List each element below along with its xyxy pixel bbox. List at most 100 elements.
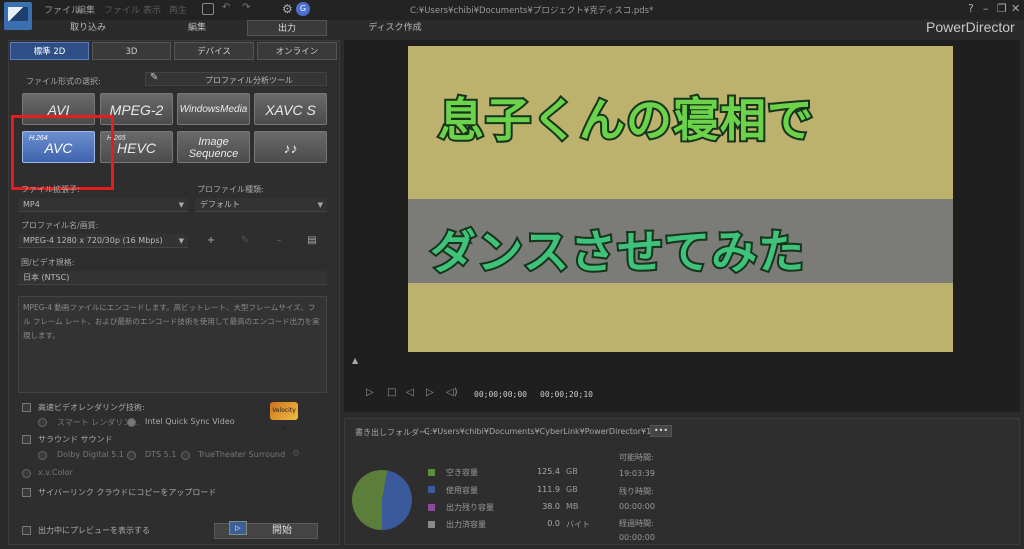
velocity-logo: Velocity 8 — [270, 402, 298, 432]
minimize-icon[interactable]: – — [983, 2, 989, 15]
video-preview: 息子くんの寝相で ダンスさせてみた — [408, 46, 953, 352]
profile-analysis-tool-button[interactable]: プロファイル分析ツール — [205, 75, 293, 86]
start-produce-icon: ▷ — [229, 521, 247, 535]
profile-name-label: プロファイル名/画質: — [21, 221, 99, 230]
restore-icon[interactable]: ❐ — [997, 2, 1007, 15]
truetheater-settings-icon[interactable]: ⚙ — [292, 449, 300, 459]
elapsed-time-label: 経過時間: — [619, 519, 654, 528]
profile-details-icon[interactable]: ▤ — [304, 234, 320, 248]
stop-icon[interactable]: □ — [387, 387, 396, 398]
disk-usage-pie — [352, 470, 412, 530]
tab-edit[interactable]: 編集 — [157, 20, 237, 36]
help-icon[interactable]: ? — [968, 2, 974, 15]
xvcolor-label: x.v.Color — [38, 468, 73, 477]
output-folder-label: 書き出しフォルダー: — [355, 428, 430, 437]
stat-free-label: 空き容量 — [446, 468, 478, 477]
save-icon[interactable] — [202, 3, 214, 15]
next-frame-icon[interactable]: ▷ — [426, 387, 434, 398]
stat-done-value: 0.0 — [547, 519, 560, 528]
redo-icon[interactable]: ↷ — [242, 2, 250, 13]
profile-name-select[interactable]: MPEG-4 1280 x 720/30p (16 Mbps) ▼ — [18, 234, 188, 248]
gear-icon[interactable]: ⚙ — [282, 2, 293, 16]
menu-file[interactable]: ファイル — [44, 3, 80, 16]
video-title-line-2: ダンスさせてみた — [428, 223, 806, 281]
upgrade-badge-icon[interactable]: G — [296, 2, 310, 16]
dts-radio[interactable] — [127, 451, 136, 460]
tab-disc-creation[interactable]: ディスク作成 — [355, 20, 435, 36]
stat-done-unit: バイト — [566, 520, 590, 529]
xvcolor-indicator[interactable] — [22, 469, 31, 478]
menu-view[interactable]: 表示 — [143, 3, 161, 16]
extension-value: MP4 — [23, 200, 40, 209]
stat-used-unit: GB — [566, 485, 578, 494]
tab-device[interactable]: デバイス — [174, 42, 254, 60]
truetheater-radio[interactable] — [181, 451, 190, 460]
legend-remaining-swatch — [428, 504, 435, 511]
fast-render-label: 高速ビデオレンダリング技術: — [38, 403, 145, 412]
tab-capture[interactable]: 取り込み — [48, 20, 128, 36]
brand-name: PowerDirector — [926, 19, 1015, 35]
smart-render-radio[interactable] — [38, 418, 47, 427]
chevron-down-icon: ▼ — [178, 237, 184, 245]
tab-standard-2d[interactable]: 標準 2D — [10, 42, 89, 60]
format-audio-button[interactable]: ♪♪ — [254, 131, 327, 163]
profile-type-select[interactable]: デフォルト ▼ — [195, 198, 327, 212]
profile-type-label: プロファイル種類: — [197, 185, 264, 194]
region-label: 国/ビデオ規格: — [21, 258, 75, 267]
menu-file-2[interactable]: ファイル — [104, 3, 140, 16]
menu-edit[interactable]: 編集 — [77, 3, 95, 16]
available-time-value: 19:03:39 — [619, 469, 655, 478]
format-windowsmedia-button[interactable]: WindowsMedia — [177, 93, 250, 125]
edit-profile-icon[interactable]: ✎ — [237, 234, 253, 248]
add-profile-icon[interactable]: + — [203, 234, 219, 248]
stat-remaining-value: 38.0 — [542, 502, 560, 511]
cyberlink-cloud-checkbox[interactable] — [22, 488, 31, 497]
output-folder-path: C:¥Users¥chibi¥Documents¥CyberLink¥Power… — [424, 427, 652, 436]
profile-analysis-icon[interactable]: ✎ — [150, 72, 158, 83]
legend-done-swatch — [428, 521, 435, 528]
format-image-sequence-label: Image Sequence — [188, 136, 239, 160]
menu-play[interactable]: 再生 — [169, 3, 187, 16]
available-time-label: 可能時間: — [619, 453, 654, 462]
region-select[interactable]: 日本 (NTSC) — [18, 271, 327, 285]
extension-label: ファイル拡張子: — [21, 185, 80, 194]
dolby-radio[interactable] — [38, 451, 47, 460]
remaining-time-value: 00:00:00 — [619, 502, 655, 511]
previous-frame-icon[interactable]: ◁ — [406, 387, 414, 398]
preview-while-output-checkbox[interactable] — [22, 526, 31, 535]
close-icon[interactable]: ✕ — [1011, 2, 1020, 15]
music-notes-icon: ♪♪ — [283, 140, 298, 156]
play-icon[interactable]: ▷ — [366, 387, 374, 398]
browse-folder-button[interactable]: ••• — [650, 425, 672, 437]
cyberlink-cloud-label: サイバーリンク クラウドにコピーをアップロード — [38, 488, 217, 497]
fast-render-checkbox[interactable] — [22, 403, 31, 412]
preview-while-output-label: 出力中にプレビューを表示する — [38, 526, 150, 535]
format-xavcs-label: XAVC S — [265, 102, 316, 118]
stat-done-label: 出力済容量 — [446, 520, 486, 529]
format-xavcs-button[interactable]: XAVC S — [254, 93, 327, 125]
stat-remaining-label: 出力残り容量 — [446, 503, 494, 512]
tab-online[interactable]: オンライン — [257, 42, 337, 60]
remaining-time-label: 残り時間: — [619, 487, 654, 496]
format-image-sequence-button[interactable]: Image Sequence — [177, 131, 250, 163]
tab-3d[interactable]: 3D — [92, 42, 171, 60]
surround-label: サラウンド サウンド — [38, 435, 113, 444]
extension-select[interactable]: MP4 ▼ — [18, 198, 188, 212]
volume-icon[interactable]: ◁) — [446, 387, 458, 398]
remove-profile-icon[interactable]: – — [271, 234, 287, 248]
legend-used-swatch — [428, 486, 435, 493]
tab-produce[interactable]: 出力 — [247, 20, 327, 36]
intel-qsv-radio[interactable] — [127, 418, 136, 427]
profile-name-value: MPEG-4 1280 x 720/30p (16 Mbps) — [23, 236, 163, 245]
intel-qsv-label: Intel Quick Sync Video — [145, 417, 235, 426]
truetheater-label: TrueTheater Surround — [198, 450, 286, 459]
profile-type-value: デフォルト — [200, 200, 240, 209]
dolby-label: Dolby Digital 5.1 — [57, 450, 124, 459]
timecode-current: 00;00;00;00 — [474, 390, 527, 399]
scrubber-handle-icon[interactable]: ▲ — [352, 356, 358, 365]
stat-remaining-unit: MB — [566, 502, 579, 511]
undo-icon[interactable]: ↶ — [222, 2, 230, 13]
chevron-down-icon: ▼ — [317, 201, 323, 209]
surround-checkbox[interactable] — [22, 435, 31, 444]
stat-free-value: 125.4 — [537, 467, 560, 476]
